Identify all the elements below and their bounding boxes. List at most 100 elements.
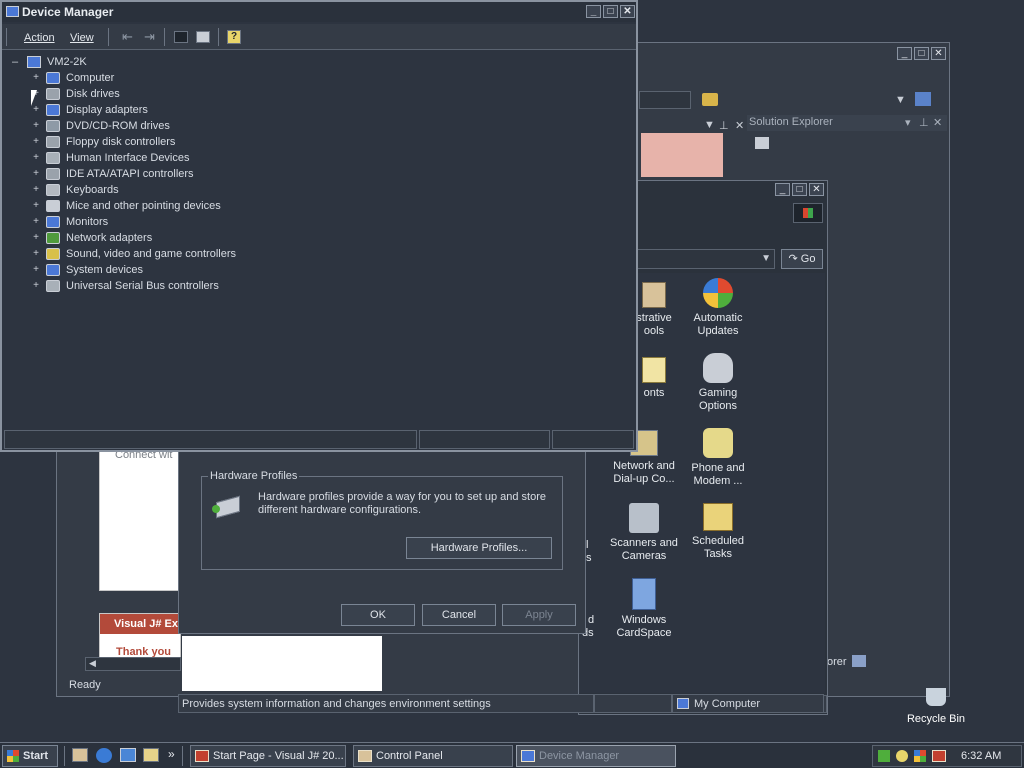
task-control-panel[interactable]: Control Panel bbox=[353, 745, 513, 767]
clock[interactable]: 6:32 AM bbox=[961, 750, 1001, 762]
device-category-row[interactable]: + Monitors bbox=[2, 214, 302, 230]
explorer-icon[interactable] bbox=[143, 748, 159, 762]
start-page-pin-icon[interactable]: ⊥ bbox=[719, 119, 729, 132]
solution-explorer-dropdown-icon[interactable]: ▾ bbox=[905, 116, 911, 129]
tray-app-icon[interactable] bbox=[932, 750, 946, 762]
device-category-label: Monitors bbox=[66, 216, 109, 228]
hardware-profiles-button[interactable]: Hardware Profiles... bbox=[406, 537, 552, 559]
cp-item-automatic-updates[interactable]: Automatic Updates bbox=[678, 278, 758, 338]
device-category-row[interactable]: + Keyboards bbox=[2, 182, 302, 198]
vs-horizontal-scrollbar[interactable]: ◀ bbox=[85, 657, 181, 671]
task-label: Device Manager bbox=[539, 750, 620, 762]
expand-icon[interactable]: + bbox=[32, 278, 40, 294]
tray-network-icon[interactable] bbox=[878, 750, 890, 762]
device-category-row[interactable]: + Universal Serial Bus controllers bbox=[2, 278, 302, 294]
dm-minimize-button[interactable]: _ bbox=[586, 5, 601, 18]
quicklaunch-more-icon[interactable]: » bbox=[168, 747, 175, 761]
taskbar: Start » Start Page - Visual J# 20... Con… bbox=[0, 742, 1024, 768]
expand-icon[interactable]: + bbox=[32, 70, 40, 86]
outlook-express-icon[interactable] bbox=[120, 748, 136, 762]
expand-icon[interactable]: + bbox=[32, 230, 40, 246]
floppy-controller-icon bbox=[46, 136, 60, 148]
device-category-row[interactable]: + Display adapters bbox=[2, 102, 302, 118]
task-start-page[interactable]: Start Page - Visual J# 20... bbox=[190, 745, 346, 767]
cp-address-dropdown-icon[interactable]: ▼ bbox=[761, 253, 771, 264]
ok-button[interactable]: OK bbox=[341, 604, 415, 626]
cp-partial-label-3: d bbox=[588, 614, 595, 626]
tray-security-icon[interactable] bbox=[914, 750, 926, 762]
menu-view[interactable]: View bbox=[70, 32, 94, 44]
expand-icon[interactable]: + bbox=[32, 246, 40, 262]
menu-action[interactable]: Action bbox=[24, 32, 55, 44]
device-category-row[interactable]: + Mice and other pointing devices bbox=[2, 198, 302, 214]
vs-dropdown-arrow-icon[interactable]: ▼ bbox=[895, 94, 906, 106]
tray-volume-icon[interactable] bbox=[896, 750, 908, 762]
vs-explorer-tab[interactable]: orer bbox=[827, 656, 847, 668]
apply-button[interactable]: Apply bbox=[502, 604, 576, 626]
ide-controller-icon bbox=[46, 168, 60, 180]
cp-go-button[interactable]: ↷ Go bbox=[781, 249, 823, 269]
solution-explorer-properties-icon[interactable] bbox=[755, 137, 769, 149]
tree-root[interactable]: – VM2-2K bbox=[2, 54, 202, 70]
start-page-dropdown-icon[interactable]: ▼ bbox=[704, 119, 715, 131]
device-category-label: Disk drives bbox=[66, 88, 120, 100]
expand-icon[interactable]: + bbox=[32, 214, 40, 230]
expand-icon[interactable]: + bbox=[32, 262, 40, 278]
vs-close-button[interactable]: ✕ bbox=[931, 47, 946, 60]
forward-arrow-icon[interactable]: ⇥ bbox=[144, 29, 155, 45]
expand-icon[interactable]: + bbox=[32, 182, 40, 198]
device-category-row[interactable]: + Computer bbox=[2, 70, 302, 86]
expand-icon[interactable]: + bbox=[32, 166, 40, 182]
show-hide-console-tree-icon[interactable] bbox=[174, 31, 188, 43]
properties-icon[interactable] bbox=[196, 31, 210, 43]
properties-tab-icon[interactable] bbox=[852, 655, 866, 667]
internet-explorer-icon[interactable] bbox=[96, 748, 112, 763]
start-page-close-icon[interactable]: ✕ bbox=[735, 119, 744, 132]
open-folder-icon[interactable] bbox=[702, 93, 718, 106]
cp-minimize-button[interactable]: _ bbox=[775, 183, 790, 196]
vs-minimize-button[interactable]: _ bbox=[897, 47, 912, 60]
device-category-row[interactable]: + DVD/CD-ROM drives bbox=[2, 118, 302, 134]
device-category-row[interactable]: + Sound, video and game controllers bbox=[2, 246, 302, 262]
hardware-profiles-description: Hardware profiles provide a way for you … bbox=[258, 491, 546, 516]
device-category-row[interactable]: + Network adapters bbox=[2, 230, 302, 246]
windows-logo-icon bbox=[793, 203, 823, 223]
cp-item-windows-cardspace[interactable]: Windows CardSpace bbox=[604, 578, 684, 640]
monitor-icon bbox=[46, 216, 60, 228]
vs-toolbar-icon[interactable] bbox=[915, 92, 931, 106]
device-category-row[interactable]: + Disk drives bbox=[2, 86, 302, 102]
cp-item-phone-modem[interactable]: Phone and Modem ... bbox=[678, 428, 758, 488]
task-device-manager[interactable]: Device Manager bbox=[516, 745, 676, 767]
expand-icon[interactable]: + bbox=[32, 150, 40, 166]
fonts-icon bbox=[642, 357, 666, 383]
vs-toolbar-combo[interactable] bbox=[639, 91, 691, 109]
solution-explorer-pin-icon[interactable]: ⊥ bbox=[919, 116, 929, 129]
back-arrow-icon[interactable]: ⇤ bbox=[122, 29, 133, 45]
expand-icon[interactable]: + bbox=[32, 134, 40, 150]
cp-item-gaming-options[interactable]: Gaming Options bbox=[678, 353, 758, 413]
cp-item-scheduled-tasks[interactable]: Scheduled Tasks bbox=[678, 503, 758, 561]
expand-icon[interactable]: + bbox=[32, 198, 40, 214]
dm-maximize-button[interactable]: □ bbox=[603, 5, 618, 18]
cp-item-scanners-cameras[interactable]: Scanners and Cameras bbox=[604, 503, 684, 563]
help-icon[interactable]: ? bbox=[227, 30, 241, 44]
device-manager-titlebar[interactable]: Device Manager _ □ ✕ bbox=[2, 2, 636, 22]
tree-root-expander[interactable]: – bbox=[12, 54, 18, 70]
vs-maximize-button[interactable]: □ bbox=[914, 47, 929, 60]
cancel-button[interactable]: Cancel bbox=[422, 604, 496, 626]
start-button[interactable]: Start bbox=[2, 745, 58, 767]
dm-close-button[interactable]: ✕ bbox=[620, 5, 635, 18]
device-category-label: DVD/CD-ROM drives bbox=[66, 120, 170, 132]
cp-maximize-button[interactable]: □ bbox=[792, 183, 807, 196]
solution-explorer-close-icon[interactable]: ✕ bbox=[933, 116, 942, 129]
sound-icon bbox=[46, 248, 60, 260]
show-desktop-icon[interactable] bbox=[72, 748, 88, 762]
device-category-row[interactable]: + System devices bbox=[2, 262, 302, 278]
scroll-left-icon[interactable]: ◀ bbox=[89, 658, 96, 669]
expand-icon[interactable]: + bbox=[32, 118, 40, 134]
device-category-row[interactable]: + IDE ATA/ATAPI controllers bbox=[2, 166, 302, 182]
cardspace-icon bbox=[632, 578, 656, 610]
device-category-row[interactable]: + Human Interface Devices bbox=[2, 150, 302, 166]
cp-close-button[interactable]: ✕ bbox=[809, 183, 824, 196]
device-category-row[interactable]: + Floppy disk controllers bbox=[2, 134, 302, 150]
